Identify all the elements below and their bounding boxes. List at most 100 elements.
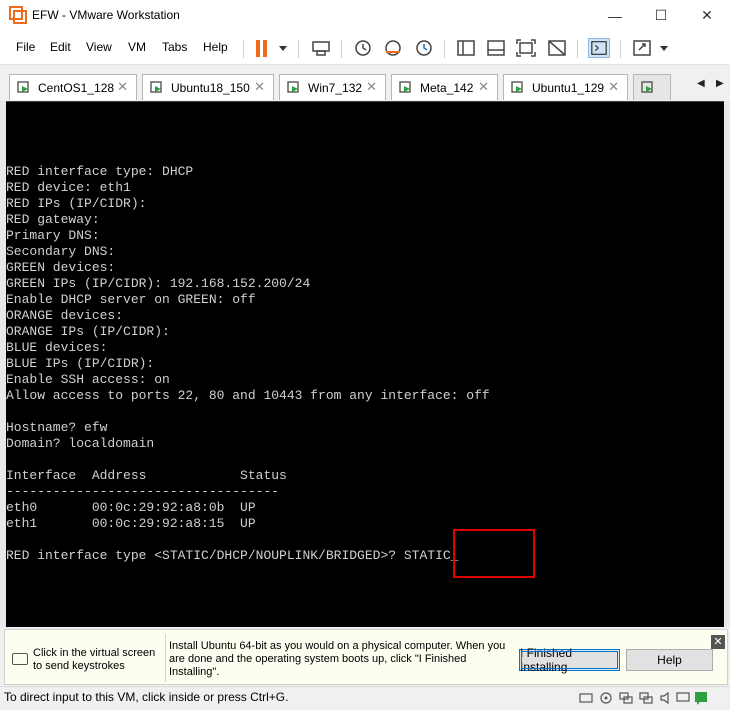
library-icon[interactable]: [455, 38, 477, 58]
menu-edit[interactable]: Edit: [50, 40, 71, 54]
console-output: RED interface type: DHCP RED device: eth1…: [6, 164, 490, 564]
title-bar: EFW - VMware Workstation — ☐ ✕: [0, 0, 730, 31]
tab-scroll-right-icon[interactable]: ▶: [716, 78, 724, 89]
hard-disk-icon[interactable]: [579, 691, 593, 705]
tab-close-icon[interactable]: ✕: [478, 79, 489, 95]
network-adapter-icon[interactable]: [619, 691, 633, 705]
vm-icon: [150, 81, 162, 93]
menu-toolbar: File Edit View VM Tabs Help: [0, 31, 730, 65]
tab-close-icon[interactable]: ✕: [608, 79, 619, 95]
console-view-icon[interactable]: [588, 38, 610, 58]
menu-view[interactable]: View: [86, 40, 112, 54]
tab-efw-active[interactable]: [633, 74, 671, 100]
console-line: Enable SSH access: on: [6, 372, 170, 387]
menu-tabs[interactable]: Tabs: [162, 40, 187, 54]
vm-icon: [641, 81, 653, 93]
stretch-icon[interactable]: [631, 38, 653, 58]
tab-win7-132[interactable]: Win7_132 ✕: [279, 74, 386, 100]
window-border: [724, 101, 730, 627]
message-log-icon[interactable]: [694, 691, 708, 705]
tab-label: CentOS1_128: [38, 81, 115, 95]
i-finished-installing-button[interactable]: I Finished Installing: [519, 646, 620, 674]
console-line: Secondary DNS:: [6, 244, 116, 259]
tab-close-icon[interactable]: ✕: [254, 79, 265, 95]
status-text: To direct input to this VM, click inside…: [4, 690, 289, 704]
console-line: RED IPs (IP/CIDR):: [6, 196, 147, 211]
network-adapter-icon[interactable]: [639, 691, 653, 705]
console-line: Hostname? efw: [6, 420, 108, 435]
vm-icon: [511, 81, 523, 93]
minimize-button[interactable]: —: [592, 0, 638, 31]
toolbar-separator: [341, 40, 342, 58]
console-line: ORANGE IPs (IP/CIDR):: [6, 324, 170, 339]
toolbar-separator: [243, 40, 244, 58]
tab-ubuntu18-150[interactable]: Ubuntu18_150 ✕: [142, 74, 274, 100]
console-line: Interface Address Status: [6, 468, 287, 483]
keyboard-icon: [12, 653, 28, 665]
snapshot-manager-icon[interactable]: [413, 38, 435, 58]
toolbar-separator: [444, 40, 445, 58]
console-line: BLUE IPs (IP/CIDR):: [6, 356, 155, 371]
cd-dvd-icon[interactable]: [599, 691, 613, 705]
menu-help[interactable]: Help: [203, 40, 228, 54]
console-line: RED interface type: DHCP: [6, 164, 194, 179]
console-line: GREEN IPs (IP/CIDR): 192.168.152.200/24: [6, 276, 311, 291]
vm-icon: [17, 81, 29, 93]
close-icon[interactable]: ✕: [711, 635, 725, 649]
tab-label: Ubuntu18_150: [171, 81, 250, 95]
install-info-bar: Click in the virtual screen to send keys…: [4, 629, 728, 685]
tab-close-icon[interactable]: ✕: [366, 79, 377, 95]
highlight-annotation: [453, 529, 535, 578]
close-button[interactable]: ✕: [684, 0, 730, 31]
help-button[interactable]: Help: [626, 649, 713, 671]
console-line: GREEN devices:: [6, 260, 116, 275]
console-line: Primary DNS:: [6, 228, 100, 243]
vm-icon: [287, 81, 299, 93]
install-instructions: Install Ubuntu 64-bit as you would on a …: [169, 640, 506, 678]
pause-dropdown-icon[interactable]: [279, 46, 287, 51]
menu-file[interactable]: File: [16, 40, 35, 54]
console-line: Allow access to ports 22, 80 and 10443 f…: [6, 388, 490, 403]
stretch-dropdown-icon[interactable]: [660, 46, 668, 51]
toolbar-separator: [620, 40, 621, 58]
console-line: ORANGE devices:: [6, 308, 124, 323]
console-line: RED device: eth1: [6, 180, 131, 195]
keystroke-hint: Click in the virtual screen to send keys…: [33, 647, 156, 672]
console-line: Domain? localdomain: [6, 436, 155, 451]
revert-snapshot-icon[interactable]: [382, 38, 404, 58]
thumbnail-icon[interactable]: [485, 38, 507, 58]
pause-icon[interactable]: [252, 31, 274, 65]
window-title: EFW - VMware Workstation: [32, 8, 180, 22]
console-line: RED gateway:: [6, 212, 100, 227]
vm-console-screen[interactable]: RED interface type: DHCP RED device: eth1…: [6, 101, 724, 627]
tab-label: Ubuntu1_129: [532, 81, 605, 95]
tab-label: Meta_142: [420, 81, 474, 95]
vmware-logo-icon: [9, 6, 27, 24]
send-ctrl-alt-del-icon[interactable]: [310, 38, 332, 58]
console-line: eth0 00:0c:29:92:a8:0b UP: [6, 500, 256, 515]
sound-card-icon[interactable]: [659, 691, 673, 705]
tab-close-icon[interactable]: ✕: [117, 79, 128, 95]
fullscreen-icon[interactable]: [515, 38, 537, 58]
tab-meta-142[interactable]: Meta_142 ✕: [391, 74, 498, 100]
vm-icon: [399, 81, 411, 93]
unity-icon[interactable]: [546, 38, 568, 58]
maximize-button[interactable]: ☐: [638, 0, 684, 31]
tab-centos1-128[interactable]: CentOS1_128 ✕: [9, 74, 137, 100]
toolbar-separator: [577, 40, 578, 58]
console-line: -----------------------------------: [6, 484, 280, 499]
console-line: RED interface type <STATIC/DHCP/NOUPLINK…: [6, 548, 459, 563]
toolbar-separator: [298, 40, 299, 58]
snapshot-icon[interactable]: [352, 38, 374, 58]
console-line: eth1 00:0c:29:92:a8:15 UP: [6, 516, 256, 531]
tab-ubuntu1-129[interactable]: Ubuntu1_129 ✕: [503, 74, 628, 100]
display-icon[interactable]: [676, 691, 690, 705]
status-bar: To direct input to this VM, click inside…: [0, 686, 730, 710]
tab-scroll-left-icon[interactable]: ◀: [697, 78, 705, 89]
console-line: Enable DHCP server on GREEN: off: [6, 292, 256, 307]
console-line: BLUE devices:: [6, 340, 108, 355]
divider: [165, 634, 166, 682]
menu-vm[interactable]: VM: [128, 40, 146, 54]
